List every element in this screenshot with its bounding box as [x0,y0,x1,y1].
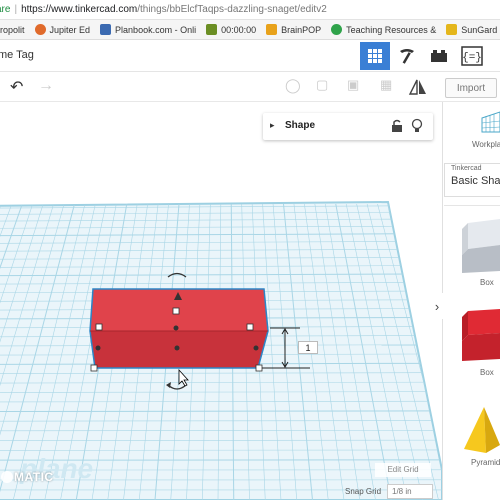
bookmark-icon [34,24,46,35]
bookmark-item[interactable]: Jupiter Ed [34,24,91,35]
corner-handle[interactable] [255,364,263,372]
import-button[interactable]: Import [445,78,497,98]
side-handle[interactable] [253,345,259,351]
bookmark-item[interactable]: 00:00:00 [206,24,256,35]
url-host: https://www.tinkercad.com [21,4,138,15]
red-box-shape[interactable] [89,288,269,369]
bookmark-label: Teaching Resources & [346,24,437,35]
lock-icon[interactable] [391,119,403,133]
edit-toolbar: ↶ → ◯ ▢ ▣ ▦ Import [0,72,500,102]
snap-grid-control: Snap Grid 1/8 in [345,484,435,500]
shape-tile-label: Box [480,368,494,377]
shape-tile-label: Pyramid [471,458,500,467]
logo-icon [1,471,13,483]
align-icon[interactable]: ▦ [380,77,392,93]
bookmark-icon [266,24,278,35]
bookmark-label: BrainPOP [281,24,322,35]
light-bulb-icon[interactable]: ◯ [285,77,301,94]
workplane-grid[interactable]: plane [0,102,442,500]
divider [444,205,500,206]
bookmark-icon [206,24,218,35]
bookmark-label: SunGard P [461,24,500,35]
shape-tile-label: Box [480,278,494,287]
bookmark-label: Jupiter Ed [49,24,91,35]
bookmark-item[interactable]: Teaching Resources & [331,24,436,35]
workplane-label: Workpla [472,140,500,149]
bookmarks-bar: ropolit Jupiter Ed Planbook.com - Onli 0… [0,20,500,40]
pyramid-icon [464,407,500,453]
group-icon[interactable]: ▢ [316,77,328,93]
url-path: /things/bbElcfTaqps-dazzling-snaget/edit… [137,4,327,15]
library-name: Basic Shap [451,175,500,187]
light-bulb-icon[interactable] [411,118,423,134]
center-handle[interactable] [173,325,179,331]
app-header: me Tag {=} [0,40,500,72]
side-handle[interactable] [174,345,180,351]
workplane-viewport[interactable]: plane [0,102,442,500]
undo-icon[interactable]: ↶ [10,77,23,97]
bookmark-item[interactable]: SunGard P [446,24,500,35]
logo-text: MATIC [14,470,54,484]
bricks-button[interactable] [424,42,454,70]
svg-text:{=}: {=} [462,52,482,64]
snap-grid-label: Snap Grid [345,487,382,496]
side-handle[interactable] [172,307,180,315]
gray-box-icon [462,219,500,273]
secure-label: are [0,4,11,15]
workplane-icon[interactable] [480,110,500,134]
snap-grid-select[interactable]: 1/8 in [387,484,433,499]
bookmark-item[interactable]: ropolit [0,24,25,35]
corner-handle[interactable] [95,323,103,331]
tinkercad-window: are | https://www.tinkercad.com /things/… [0,0,500,500]
chevron-right-icon[interactable]: › [430,293,444,319]
shape-inspector: ▸ Shape [263,113,433,140]
grid-view-icon [368,49,382,63]
bookmark-label: ropolit [0,24,25,35]
corner-handle[interactable] [90,364,98,372]
grid-view-button[interactable] [360,42,390,70]
design-name[interactable]: me Tag [0,49,34,61]
bookmark-icon [100,24,112,35]
ungroup-icon[interactable]: ▣ [347,77,359,93]
edit-grid-button[interactable]: Edit Grid [375,463,431,477]
corner-handle[interactable] [246,323,254,331]
height-dimension-input[interactable]: 1 [298,341,318,354]
red-box-icon [462,309,500,361]
bricks-icon [431,50,447,62]
code-blocks-icon: {=} [461,46,483,66]
address-bar[interactable]: are | https://www.tinkercad.com /things/… [0,0,500,20]
bookmark-item[interactable]: Planbook.com - Onli [100,24,196,35]
mirror-icon[interactable] [408,78,428,96]
address-separator: | [14,4,18,15]
code-blocks-button[interactable]: {=} [457,42,487,70]
side-handle[interactable] [95,345,101,351]
chevron-right-icon[interactable]: ▸ [270,120,275,131]
library-brand: Tinkercad [451,165,482,172]
bookmark-icon [446,24,458,35]
redo-icon[interactable]: → [38,77,54,95]
build-icon [400,49,414,64]
bookmark-label: Planbook.com - Onli [115,24,197,35]
build-button[interactable] [392,42,422,70]
shape-panel-title: Shape [285,120,316,131]
bookmark-label: 00:00:00 [221,24,257,35]
shape-library-selector[interactable]: Tinkercad Basic Shap [444,163,500,197]
bookmark-icon [331,24,343,35]
bookmark-item[interactable]: BrainPOP [266,24,321,35]
